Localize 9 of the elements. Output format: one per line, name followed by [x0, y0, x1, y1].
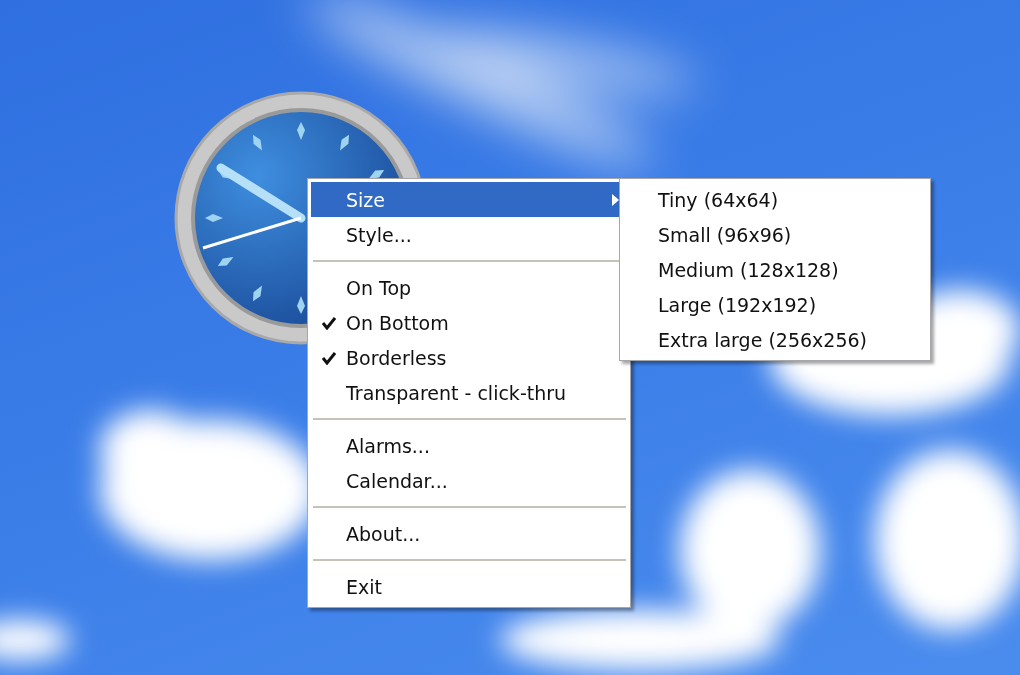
- menu-item[interactable]: Alarms...: [311, 428, 627, 463]
- menu-item[interactable]: Transparent - click-thru: [311, 375, 627, 410]
- menu-item[interactable]: About...: [311, 516, 627, 551]
- menu-item[interactable]: Small (96x96): [623, 217, 927, 252]
- menu-item[interactable]: Exit: [311, 569, 627, 604]
- menu-item[interactable]: Calendar...: [311, 463, 627, 498]
- menu-item[interactable]: Medium (128x128): [623, 252, 927, 287]
- menu-item[interactable]: Extra large (256x256): [623, 322, 927, 357]
- menu-item[interactable]: Large (192x192): [623, 287, 927, 322]
